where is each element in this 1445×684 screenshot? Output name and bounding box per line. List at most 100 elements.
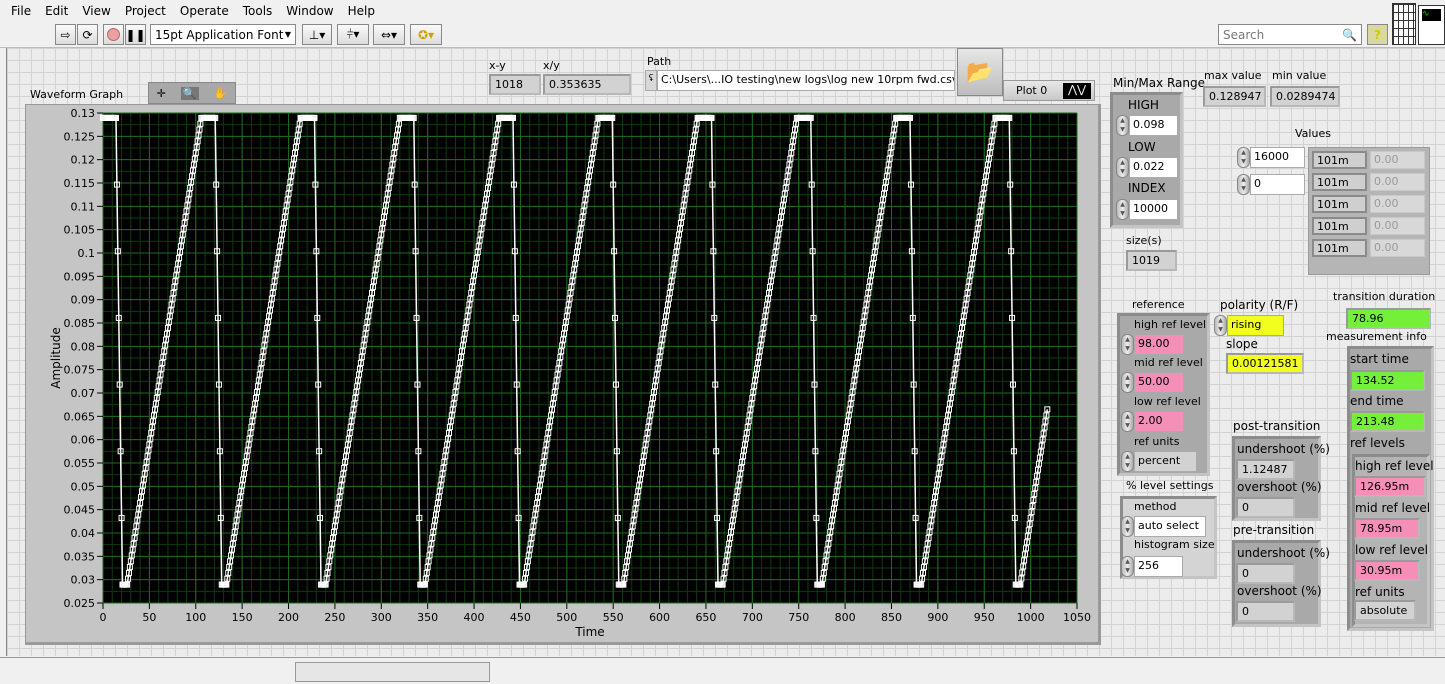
ref-mid-value[interactable]: 50.00 <box>1134 372 1184 393</box>
spinner-icon[interactable]: ▲ ▼ <box>1237 174 1250 195</box>
align-icon[interactable]: ⊥▾ <box>302 24 332 45</box>
help-icon[interactable]: ? <box>1367 24 1388 45</box>
menu-file[interactable]: File <box>4 4 38 18</box>
histogram-size-label: histogram size <box>1134 538 1215 551</box>
meas-low-indicator: 30.95m <box>1354 560 1420 581</box>
y-tick-label: 0.115 <box>64 177 96 190</box>
y-tick-label: 0.075 <box>64 364 96 377</box>
low-value[interactable]: 0.022 <box>1129 157 1178 178</box>
x-tick-label: 600 <box>649 611 670 624</box>
spinner-icon[interactable]: ▲ ▼ <box>1121 372 1134 393</box>
index-value[interactable]: 10000 <box>1129 199 1178 220</box>
meas-units-indicator: absolute <box>1354 600 1416 621</box>
graph-palette: ✛ 🔍 ✋ <box>148 82 236 104</box>
menu-view[interactable]: View <box>75 4 117 18</box>
polarity-value[interactable]: rising <box>1227 315 1284 336</box>
y-tick-label: 0.055 <box>64 457 96 470</box>
x-tick-label: 0 <box>100 611 107 624</box>
spinner-icon[interactable]: ▲ ▼ <box>1214 315 1227 336</box>
distribute-icon[interactable]: ⫩▾ <box>337 24 369 45</box>
index-control[interactable]: ▲ ▼ 10000 <box>1116 199 1178 220</box>
zoom-icon[interactable]: 🔍 <box>180 86 199 100</box>
path-label: Path <box>647 55 672 68</box>
chart-svg[interactable]: 0 50 100 150 200 250 300 350 400 450 500 550 600 650 7… <box>26 105 1102 646</box>
reference-label: reference <box>1132 298 1185 311</box>
low-label: LOW <box>1128 140 1156 154</box>
run-arrow-icon[interactable]: ⇨ <box>55 24 76 45</box>
ref-low-value[interactable]: 2.00 <box>1134 411 1184 432</box>
method-value[interactable]: auto select <box>1134 516 1206 537</box>
menu-window[interactable]: Window <box>279 4 340 18</box>
spinner-icon[interactable]: ▲ ▼ <box>1121 411 1134 432</box>
array-index-1[interactable]: ▲ ▼ 0 <box>1237 174 1305 195</box>
plot-legend[interactable]: Plot 0 ⋀⋁ <box>1003 80 1095 101</box>
pause-icon[interactable]: ❚❚ <box>125 24 146 45</box>
post-undershoot-label: undershoot (%) <box>1237 442 1330 456</box>
max-value-indicator: 0.128947 <box>1203 86 1266 107</box>
menu-operate[interactable]: Operate <box>173 4 236 18</box>
spinner-icon[interactable]: ▲ ▼ <box>1116 115 1129 136</box>
resize-icon[interactable]: ⇔▾ <box>373 24 405 45</box>
array-index-1-value[interactable]: 0 <box>1250 174 1305 195</box>
vi-icon[interactable]: ∿ <box>1418 5 1445 45</box>
high-control[interactable]: ▲ ▼ 0.098 <box>1116 115 1178 136</box>
menu-tools[interactable]: Tools <box>236 4 280 18</box>
ref-high-control[interactable]: ▲ ▼ 98.00 <box>1121 334 1184 355</box>
spinner-icon[interactable]: ▲ ▼ <box>1121 556 1134 577</box>
histogram-size-control[interactable]: ▲ ▼ 256 <box>1121 556 1183 577</box>
values-label: Values <box>1295 127 1331 140</box>
pan-hand-icon[interactable]: ✋ <box>214 87 228 100</box>
reorder-icon[interactable]: ✪▾ <box>410 24 442 45</box>
array-index-0-value[interactable]: 16000 <box>1250 147 1305 168</box>
histogram-size-value[interactable]: 256 <box>1134 556 1183 577</box>
x-tick-label: 50 <box>142 611 156 624</box>
run-continuous-icon[interactable]: ⟳ <box>77 24 98 45</box>
menu-project[interactable]: Project <box>118 4 173 18</box>
spinner-icon[interactable]: ▲ ▼ <box>1116 199 1129 220</box>
spinner-icon[interactable]: ▲ ▼ <box>1237 147 1250 168</box>
x-tick-label: 950 <box>974 611 995 624</box>
spinner-icon[interactable]: ▲ ▼ <box>1121 451 1134 472</box>
browse-folder-button[interactable]: 📂 <box>957 48 1003 96</box>
ref-units-ring[interactable]: ▲ ▼ percent <box>1121 451 1197 472</box>
horizontal-scrollbar[interactable] <box>0 657 1445 684</box>
ref-high-value[interactable]: 98.00 <box>1134 334 1184 355</box>
measurement-info-label: measurement info <box>1326 330 1427 343</box>
ref-units-value[interactable]: percent <box>1134 451 1197 472</box>
min-value-label: min value <box>1272 69 1327 82</box>
path-control[interactable]: ʢ C:\Users\...IO testing\new logs\log ne… <box>645 70 955 91</box>
meas-mid-indicator: 78.95m <box>1354 518 1420 539</box>
low-control[interactable]: ▲ ▼ 0.022 <box>1116 157 1178 178</box>
spinner-icon[interactable]: ▲ ▼ <box>1121 334 1134 355</box>
connector-pane-icon[interactable] <box>1392 3 1416 45</box>
ref-units-label: ref units <box>1134 435 1180 448</box>
path-browse-arrow-icon[interactable]: ʢ <box>645 70 657 91</box>
x-tick-label: 700 <box>742 611 763 624</box>
menu-help[interactable]: Help <box>341 4 382 18</box>
spinner-icon[interactable]: ▲ ▼ <box>1121 516 1134 537</box>
menu-edit[interactable]: Edit <box>38 4 75 18</box>
values-cell: 101m <box>1312 151 1367 169</box>
method-ring[interactable]: ▲ ▼ auto select <box>1121 516 1206 537</box>
xy-indicator: 1018 <box>489 74 541 95</box>
abort-icon[interactable] <box>103 24 124 45</box>
ref-mid-label: mid ref level <box>1134 356 1203 369</box>
max-value-label: max value <box>1204 69 1262 82</box>
high-value[interactable]: 0.098 <box>1129 115 1178 136</box>
ref-mid-control[interactable]: ▲ ▼ 50.00 <box>1121 372 1184 393</box>
array-index-0[interactable]: ▲ ▼ 16000 <box>1237 147 1305 168</box>
x-tick-label: 900 <box>927 611 948 624</box>
level-settings-label: % level settings <box>1126 479 1214 492</box>
path-value[interactable]: C:\Users\...IO testing\new logs\log new … <box>657 70 955 91</box>
y-tick-label: 0.025 <box>64 597 96 610</box>
x-tick-label: 200 <box>278 611 299 624</box>
polarity-label: polarity (R/F) <box>1220 298 1299 312</box>
font-dropdown[interactable]: 15pt Application Font ▼ <box>150 24 296 45</box>
slope-indicator: 0.00121581 <box>1226 353 1304 374</box>
polarity-ring[interactable]: ▲ ▼ rising <box>1214 315 1284 336</box>
cursor-move-icon[interactable]: ✛ <box>157 87 166 100</box>
ref-low-control[interactable]: ▲ ▼ 2.00 <box>1121 411 1184 432</box>
scrollbar-thumb[interactable] <box>295 662 490 682</box>
spinner-icon[interactable]: ▲ ▼ <box>1116 157 1129 178</box>
search-box[interactable]: Search 🔍 <box>1218 24 1362 45</box>
